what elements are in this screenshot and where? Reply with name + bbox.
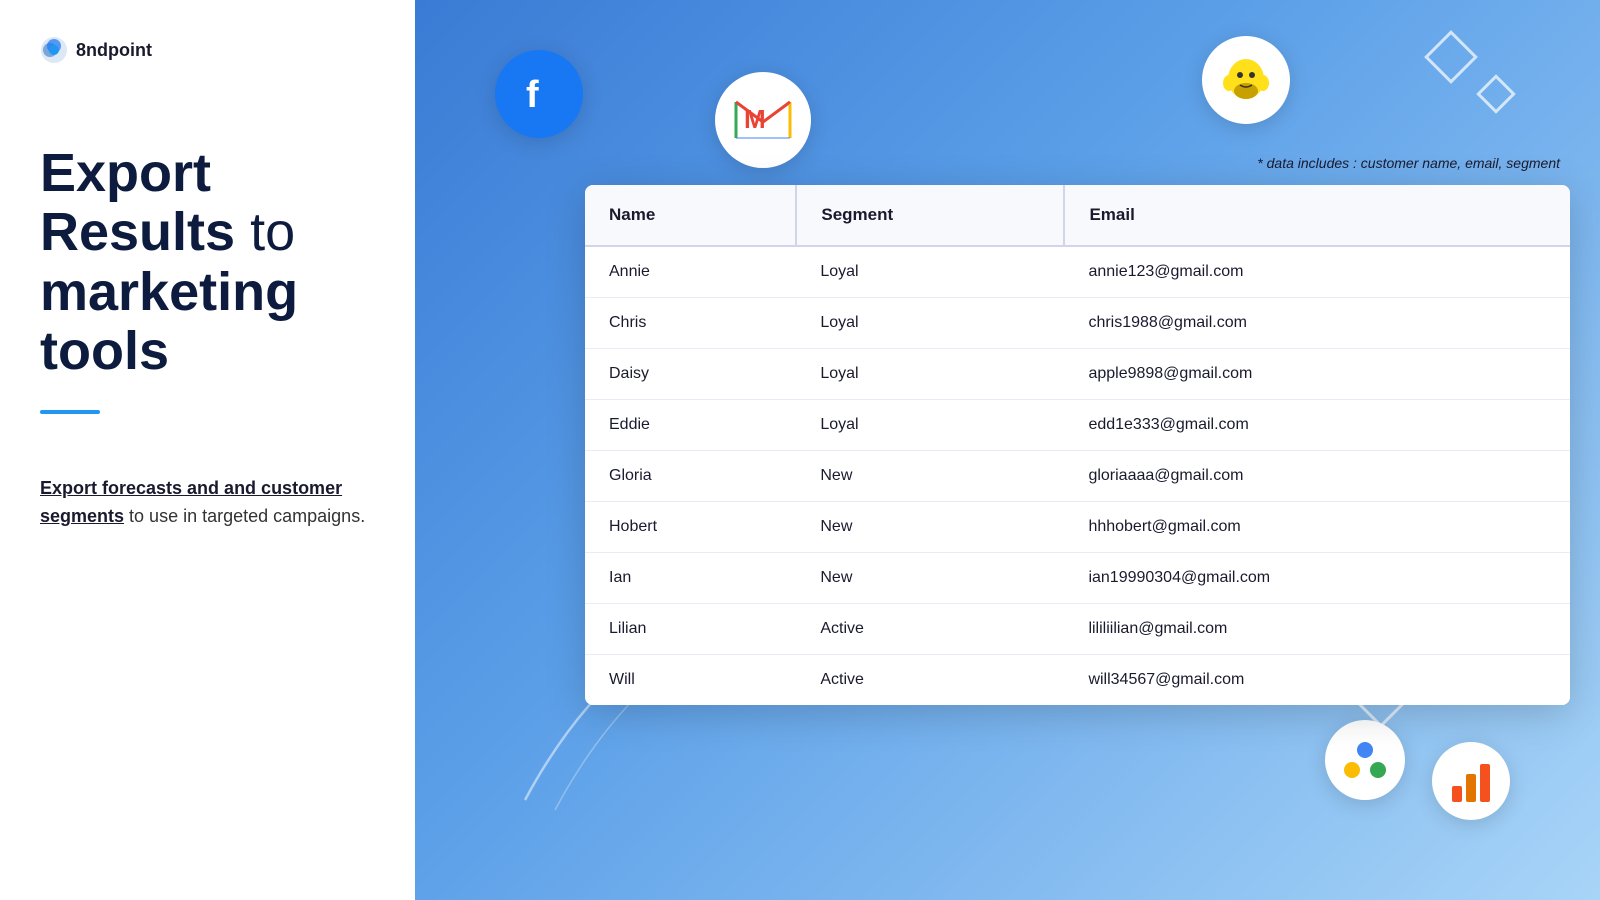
main-heading: Export Results to marketing tools (40, 144, 375, 382)
cell-email-6: ian19990304@gmail.com (1064, 553, 1570, 604)
table-row: HobertNewhhhobert@gmail.com (585, 502, 1570, 553)
gmail-icon: M (715, 72, 811, 168)
diamond-decoration-2 (1476, 74, 1516, 114)
cell-segment-0: Loyal (796, 246, 1064, 298)
facebook-svg: f (514, 69, 564, 119)
description: Export forecasts and and customer segmen… (40, 474, 375, 532)
analytics-icon (1432, 742, 1510, 820)
heading-to: to (250, 202, 295, 262)
divider-line (40, 410, 100, 414)
heading-marketing-tools: marketing tools (40, 262, 298, 381)
heading-results: Results (40, 202, 235, 262)
cell-name-7: Lilian (585, 604, 796, 655)
cell-name-5: Hobert (585, 502, 796, 553)
table-row: WillActivewill34567@gmail.com (585, 655, 1570, 706)
table-row: EddieLoyaledd1e333@gmail.com (585, 400, 1570, 451)
cell-name-4: Gloria (585, 451, 796, 502)
cell-email-4: gloriaaaa@gmail.com (1064, 451, 1570, 502)
table-row: AnnieLoyalannie123@gmail.com (585, 246, 1570, 298)
logo-text: 8ndpoint (76, 40, 152, 61)
description-rest: to use in targeted campaigns. (124, 506, 365, 526)
cell-name-1: Chris (585, 298, 796, 349)
left-panel: 8ndpoint Export Results to marketing too… (0, 0, 415, 900)
gmail-svg: M (734, 98, 792, 142)
cell-name-8: Will (585, 655, 796, 706)
right-panel: f M (415, 0, 1600, 900)
table-row: IanNewian19990304@gmail.com (585, 553, 1570, 604)
cell-email-0: annie123@gmail.com (1064, 246, 1570, 298)
column-header-name: Name (585, 185, 796, 246)
cell-email-7: lililiilian@gmail.com (1064, 604, 1570, 655)
cell-segment-3: Loyal (796, 400, 1064, 451)
google-ads-svg (1340, 735, 1390, 785)
data-table: Name Segment Email AnnieLoyalannie123@gm… (585, 185, 1570, 705)
analytics-svg (1446, 756, 1496, 806)
table-row: GloriaNewgloriaaaa@gmail.com (585, 451, 1570, 502)
cell-name-0: Annie (585, 246, 796, 298)
cell-segment-8: Active (796, 655, 1064, 706)
svg-text:M: M (744, 104, 766, 134)
cell-email-1: chris1988@gmail.com (1064, 298, 1570, 349)
cell-email-5: hhhobert@gmail.com (1064, 502, 1570, 553)
table-row: ChrisLoyalchris1988@gmail.com (585, 298, 1570, 349)
cell-segment-7: Active (796, 604, 1064, 655)
data-note: * data includes : customer name, email, … (1257, 155, 1560, 171)
cell-email-3: edd1e333@gmail.com (1064, 400, 1570, 451)
mailchimp-icon (1202, 36, 1290, 124)
diamond-decoration-1 (1424, 30, 1478, 84)
cell-segment-2: Loyal (796, 349, 1064, 400)
column-header-email: Email (1064, 185, 1570, 246)
cell-email-2: apple9898@gmail.com (1064, 349, 1570, 400)
cell-segment-6: New (796, 553, 1064, 604)
svg-text:f: f (526, 74, 539, 116)
table-row: LilianActivelililiilian@gmail.com (585, 604, 1570, 655)
facebook-icon: f (495, 50, 583, 138)
cell-email-8: will34567@gmail.com (1064, 655, 1570, 706)
google-ads-icon (1325, 720, 1405, 800)
table-row: DaisyLoyalapple9898@gmail.com (585, 349, 1570, 400)
mailchimp-svg (1219, 53, 1273, 107)
cell-segment-4: New (796, 451, 1064, 502)
logo-area: 8ndpoint (40, 36, 375, 64)
column-header-segment: Segment (796, 185, 1064, 246)
heading-export: Export (40, 143, 211, 203)
logo-icon (40, 36, 68, 64)
cell-segment-1: Loyal (796, 298, 1064, 349)
cell-name-6: Ian (585, 553, 796, 604)
cell-name-2: Daisy (585, 349, 796, 400)
table-header-row: Name Segment Email (585, 185, 1570, 246)
cell-segment-5: New (796, 502, 1064, 553)
cell-name-3: Eddie (585, 400, 796, 451)
